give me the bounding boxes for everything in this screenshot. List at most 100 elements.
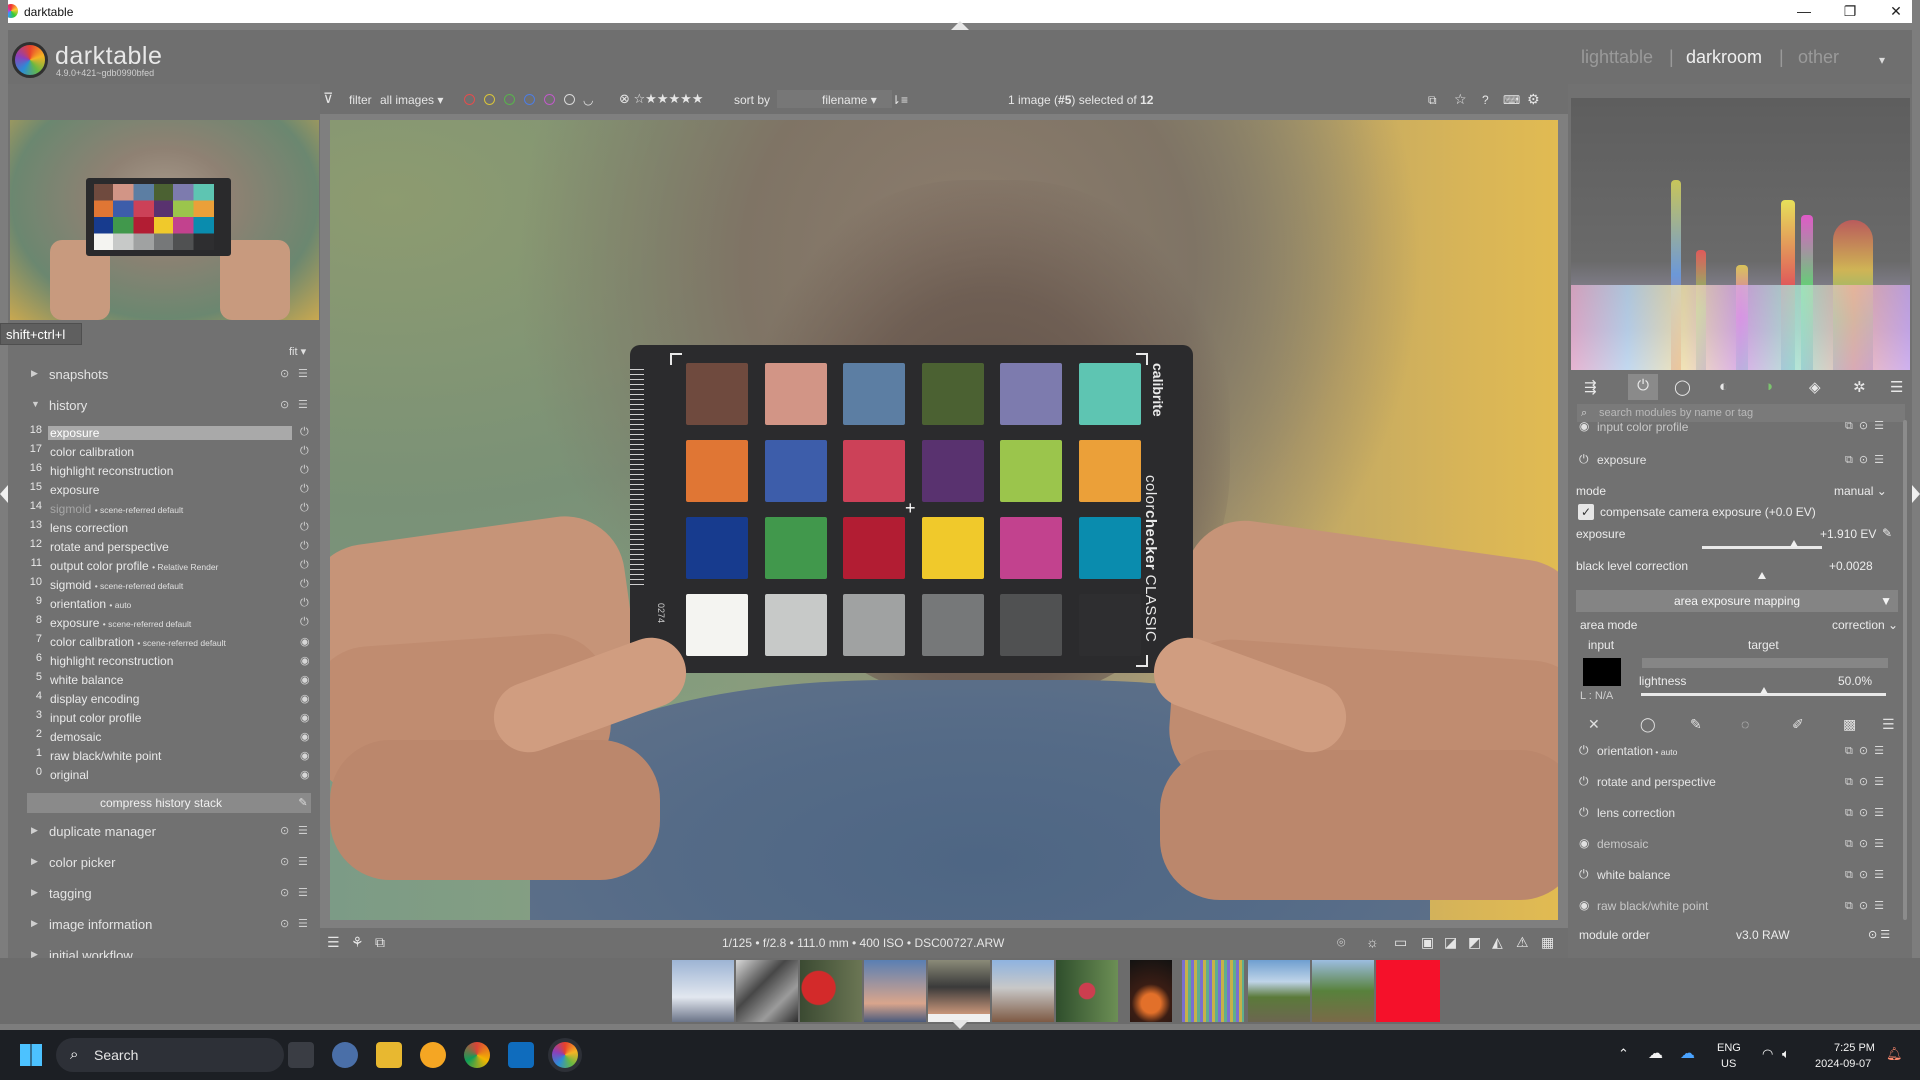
- quick-access-icon[interactable]: ☰: [327, 934, 340, 951]
- raw-overexposed-icon[interactable]: ▭: [1394, 934, 1407, 951]
- history-item[interactable]: 3 input color profile ◉: [24, 709, 314, 728]
- module-row[interactable]: ⏻ lens correction ⧉⊙☰: [1576, 802, 1906, 826]
- warning-icon[interactable]: ⚠: [1516, 934, 1529, 951]
- filter-icon[interactable]: ⊽: [323, 90, 333, 107]
- styles-icon[interactable]: ⚘: [351, 934, 364, 951]
- volume-icon[interactable]: 🔈︎: [1782, 1046, 1790, 1062]
- base-modules-tab-icon[interactable]: ◯: [1674, 378, 1691, 396]
- exposure-slider[interactable]: [1702, 540, 1822, 549]
- gamut-check-icon[interactable]: ◩: [1468, 934, 1481, 951]
- compensate-checkbox[interactable]: ✓: [1578, 504, 1594, 520]
- filmstrip-thumb-current[interactable]: [928, 960, 990, 1022]
- blend-menu-icon[interactable]: ☰: [1882, 716, 1895, 733]
- history-item[interactable]: 4 display encoding ◉: [24, 690, 314, 709]
- view-other[interactable]: other: [1798, 47, 1839, 68]
- history-item[interactable]: 11 output color profile • Relative Render…: [24, 557, 314, 576]
- quick-access-tab-icon[interactable]: ⇶: [1584, 378, 1597, 396]
- main-photo[interactable]: calibrite colorchecker CLASSIC 0274: [330, 120, 1558, 920]
- outlook-icon[interactable]: [508, 1042, 534, 1068]
- history-item[interactable]: 9 orientation • auto ⏻: [24, 595, 314, 614]
- start-icon[interactable]: [20, 1044, 42, 1066]
- softproof-icon[interactable]: ◪: [1444, 934, 1457, 951]
- filmstrip-thumb-2[interactable]: [736, 960, 798, 1022]
- view-darkroom[interactable]: darkroom: [1686, 47, 1762, 68]
- gear-icon[interactable]: ⚙: [1527, 91, 1540, 108]
- presets-icon[interactable]: ☰: [298, 917, 308, 930]
- history-item[interactable]: 6 highlight reconstruction ◉: [24, 652, 314, 671]
- history-item[interactable]: 17 color calibration ⏻: [24, 443, 314, 462]
- filmstrip-thumb-11[interactable]: [1312, 960, 1374, 1022]
- reset-icon[interactable]: ⊙: [280, 367, 289, 380]
- taskbar-search[interactable]: ⌕ Search: [56, 1038, 284, 1072]
- module-input-color-profile[interactable]: ◉ input color profile ⧉⊙☰: [1576, 418, 1906, 436]
- history-item[interactable]: 2 demosaic ◉: [24, 728, 314, 747]
- mask-off-icon[interactable]: ✕: [1588, 716, 1600, 733]
- onedrive-icon[interactable]: ☁: [1680, 1044, 1695, 1062]
- reset-icon[interactable]: ⊙: [280, 886, 289, 899]
- preferences-star-icon[interactable]: ☆: [1454, 91, 1467, 108]
- power-icon[interactable]: ◉: [1579, 898, 1589, 912]
- darktable-taskbar-icon[interactable]: [552, 1042, 578, 1068]
- module-actions-icon[interactable]: ⧉⊙☰: [1845, 899, 1890, 913]
- raster-mask-icon[interactable]: ▩: [1843, 716, 1856, 733]
- cloud-icon[interactable]: ☁: [1648, 1044, 1663, 1062]
- reset-icon[interactable]: ⊙: [280, 855, 289, 868]
- exposure-mode-select[interactable]: manual ⌄: [1834, 484, 1887, 498]
- module-order-actions-icon[interactable]: ⊙ ☰: [1868, 928, 1890, 941]
- history-item[interactable]: 13 lens correction ⏻: [24, 519, 314, 538]
- module-groups-menu-icon[interactable]: ☰: [1890, 378, 1903, 396]
- color-label-yellow[interactable]: [484, 94, 495, 105]
- drawn-parametric-mask-icon[interactable]: ✐: [1792, 716, 1804, 733]
- create-style-icon[interactable]: ✎: [295, 793, 311, 813]
- module-exposure-header[interactable]: ⏻ exposure ⧉⊙☰: [1576, 449, 1906, 473]
- module-row[interactable]: ⏻ white balance ⧉⊙☰: [1576, 864, 1906, 888]
- filmstrip-thumb-12[interactable]: [1376, 960, 1440, 1022]
- language-2[interactable]: US: [1721, 1058, 1736, 1070]
- color-label-all[interactable]: [564, 94, 575, 105]
- correction-modules-tab-icon[interactable]: ◈: [1809, 378, 1821, 396]
- bottom-panel-toggle-icon[interactable]: [951, 1020, 969, 1029]
- grouping-icon[interactable]: ⧉: [1428, 93, 1437, 108]
- clipping-icon[interactable]: ▣: [1421, 934, 1434, 951]
- power-icon[interactable]: ⏻: [1579, 774, 1589, 789]
- module-actions-icon[interactable]: ⧉⊙☰: [1845, 744, 1890, 758]
- power-icon[interactable]: ⏻: [1579, 452, 1589, 467]
- module-row[interactable]: ◉ demosaic ⧉⊙☰: [1576, 833, 1906, 857]
- compress-history-button[interactable]: compress history stack: [27, 793, 295, 813]
- histogram[interactable]: [1571, 98, 1910, 370]
- history-item[interactable]: 12 rotate and perspective ⏻: [24, 538, 314, 557]
- presets-icon[interactable]: ☰: [298, 886, 308, 899]
- right-panel-toggle-icon[interactable]: [1912, 485, 1920, 503]
- effect-modules-tab-icon[interactable]: ✲: [1853, 378, 1866, 396]
- reset-icon[interactable]: ⊙: [280, 917, 289, 930]
- power-icon[interactable]: ◉: [1579, 836, 1589, 850]
- view-lighttable[interactable]: lighttable: [1581, 47, 1653, 68]
- navigation-thumbnail[interactable]: [10, 120, 319, 320]
- input-color-swatch[interactable]: [1583, 658, 1621, 686]
- module-actions-icon[interactable]: ⧉⊙☰: [1845, 806, 1890, 820]
- task-view-icon[interactable]: [288, 1042, 314, 1068]
- shortcuts-icon[interactable]: ⌨: [1503, 93, 1520, 107]
- black-level-slider[interactable]: [1702, 572, 1822, 581]
- settings-icon[interactable]: [332, 1042, 358, 1068]
- filmstrip-thumb-3[interactable]: [800, 960, 862, 1022]
- history-item[interactable]: 15 exposure ⏻: [24, 481, 314, 500]
- chrome-icon[interactable]: [464, 1042, 490, 1068]
- module-row[interactable]: ⏻ rotate and perspective ⧉⊙☰: [1576, 771, 1906, 795]
- right-scrollbar[interactable]: [1903, 420, 1907, 920]
- maximize-button[interactable]: ❐: [1827, 0, 1873, 23]
- color-picker-icon[interactable]: ✎: [1882, 526, 1892, 540]
- history-item[interactable]: 10 sigmoid • scene-referred default ⏻: [24, 576, 314, 595]
- area-mode-select[interactable]: correction ⌄: [1832, 618, 1898, 632]
- weather-icon[interactable]: [420, 1042, 446, 1068]
- module-duplicate-manager[interactable]: ▶ duplicate manager ⊙ ☰: [28, 821, 318, 843]
- filmstrip-thumb-4[interactable]: [864, 960, 926, 1022]
- history-item[interactable]: 16 highlight reconstruction ⏻: [24, 462, 314, 481]
- tray-chevron-icon[interactable]: ⌃: [1618, 1046, 1629, 1062]
- presets-icon[interactable]: ☰: [298, 398, 308, 411]
- presets-icon[interactable]: ☰: [298, 367, 308, 380]
- views-menu-icon[interactable]: ▾: [1879, 53, 1885, 67]
- history-item[interactable]: 18 exposure ⏻: [24, 424, 314, 443]
- file-explorer-icon[interactable]: [376, 1042, 402, 1068]
- history-item[interactable]: 7 color calibration • scene-referred defa…: [24, 633, 314, 652]
